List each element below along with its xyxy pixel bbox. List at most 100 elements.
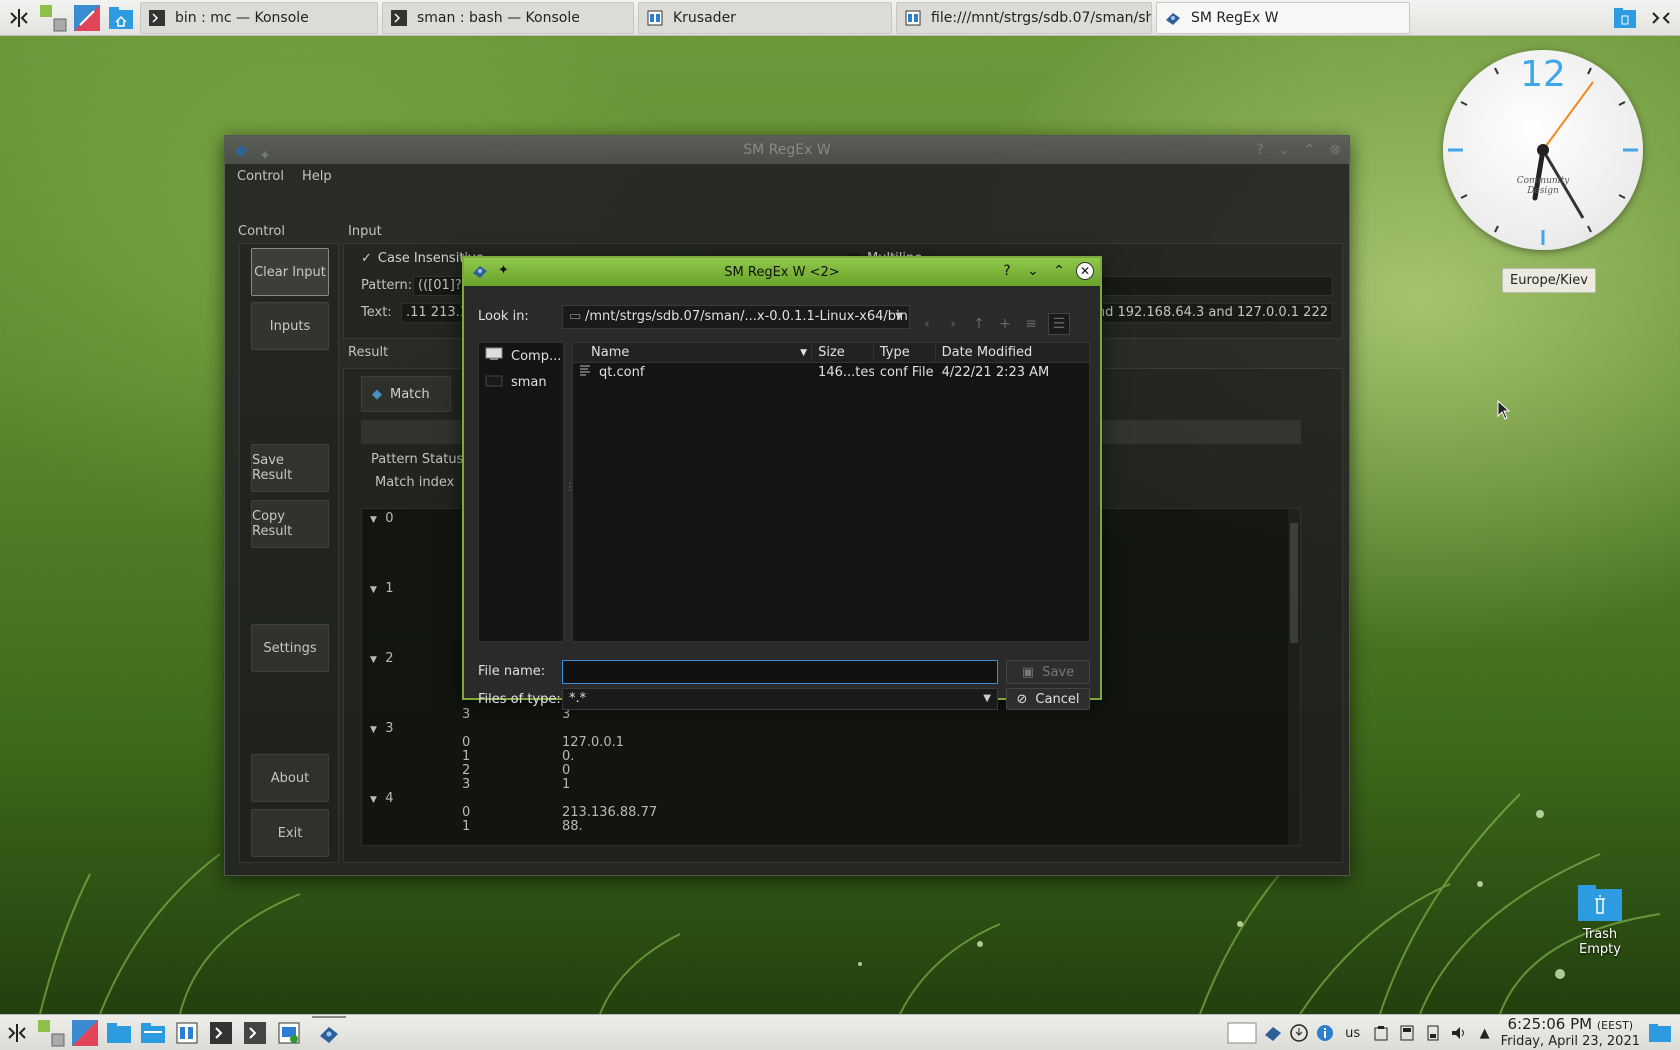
regex-tray-icon[interactable]: [1263, 1023, 1283, 1043]
pager-icon[interactable]: [38, 3, 68, 33]
clock-date: Friday, April 23, 2021: [1500, 1034, 1640, 1049]
dolphin-launcher-icon[interactable]: [272, 1016, 306, 1050]
task-label: SM RegEx W: [1191, 9, 1279, 26]
tree-group-row[interactable]: ▼ 1: [370, 581, 393, 596]
clock-tz: (EEST): [1596, 1019, 1634, 1032]
konsole-launcher-icon[interactable]: [238, 1016, 272, 1050]
new-folder-icon[interactable]: +: [994, 313, 1016, 335]
place-label: sman: [511, 374, 547, 390]
column-size[interactable]: Size: [812, 343, 874, 362]
column-date-modified[interactable]: Date Modified: [936, 343, 1089, 362]
copy-result-button[interactable]: Copy Result: [251, 500, 329, 548]
terminal-launcher-icon[interactable]: [204, 1016, 238, 1050]
maximize-icon[interactable]: ⌃: [1050, 262, 1068, 280]
place-sman[interactable]: sman: [479, 369, 563, 395]
file-list[interactable]: Name ▼ Size Type Date Modified qt.conf 14…: [572, 342, 1090, 642]
scrollbar-thumb[interactable]: [1290, 523, 1298, 643]
tree-leaf-value: 0.: [562, 749, 575, 764]
cancel-button[interactable]: ⊘ Cancel: [1006, 688, 1090, 710]
close-icon[interactable]: ⊗: [1329, 136, 1341, 164]
inputs-button[interactable]: Inputs: [251, 302, 329, 350]
minimize-icon[interactable]: ⌄: [1278, 136, 1290, 164]
back-icon[interactable]: ‹: [916, 313, 938, 335]
text-value-left: .11 213.1: [406, 305, 469, 320]
tree-group-row[interactable]: ▼ 2: [370, 651, 393, 666]
task-konsole-bash[interactable]: sman : bash — Konsole: [382, 1, 634, 34]
updates-icon[interactable]: [1289, 1023, 1309, 1043]
tray-expand-icon[interactable]: ▲: [1475, 1023, 1495, 1043]
krita-launcher-icon[interactable]: [68, 1016, 102, 1050]
column-name[interactable]: Name ▼: [573, 343, 813, 362]
regex-app-icon: [473, 266, 487, 278]
task-krusader[interactable]: Krusader: [638, 1, 892, 34]
file-row[interactable]: qt.conf 146...tes conf File 4/22/21 2:23…: [573, 363, 1089, 383]
tree-leaf-value: 0: [562, 763, 571, 778]
save-result-button[interactable]: Save Result: [251, 444, 329, 492]
pager-icon[interactable]: [34, 1016, 68, 1050]
panel-menu-icon[interactable]: [1646, 3, 1676, 33]
task-sm-regex[interactable]: SM RegEx W: [1156, 1, 1410, 34]
settings-button[interactable]: Settings: [251, 624, 329, 672]
file-name: qt.conf: [599, 365, 645, 380]
tree-group-row[interactable]: ▼ 3: [370, 721, 393, 736]
tree-group-row[interactable]: ▼ 4: [370, 791, 393, 806]
mouse-cursor-icon: [1497, 400, 1511, 420]
save-button[interactable]: ▣ Save: [1006, 660, 1090, 684]
keyboard-layout[interactable]: us: [1341, 1023, 1365, 1043]
home-folder-icon[interactable]: [102, 1016, 136, 1050]
tree-scrollbar[interactable]: [1288, 509, 1300, 845]
maximize-icon[interactable]: ⌃: [1304, 136, 1316, 164]
place-computer[interactable]: Comp...: [479, 343, 563, 369]
file-name-input[interactable]: [562, 660, 998, 684]
window-preview-icon[interactable]: [1227, 1022, 1257, 1044]
digital-clock[interactable]: 6:25:06 PM (EEST) Friday, April 23, 2021: [1501, 1016, 1640, 1050]
tree-group-row[interactable]: ▼ 0: [370, 511, 393, 526]
file-list-header: Name ▼ Size Type Date Modified: [573, 343, 1089, 363]
clock-brand: Community Design: [1516, 176, 1570, 196]
show-desktop-icon[interactable]: [1646, 1023, 1674, 1043]
menu-help[interactable]: Help: [302, 169, 332, 184]
menu-control[interactable]: Control: [237, 169, 284, 184]
trash-desktop-item[interactable]: Trash Empty: [1568, 883, 1632, 957]
detail-view-icon[interactable]: ☰: [1048, 313, 1070, 335]
match-index-header[interactable]: Match index: [375, 475, 454, 490]
home-folder-icon[interactable]: [106, 3, 136, 33]
close-icon[interactable]: ✕: [1076, 262, 1094, 280]
help-icon[interactable]: ?: [998, 262, 1016, 280]
minimize-icon[interactable]: ⌄: [1024, 262, 1042, 280]
show-desktop-icon[interactable]: [1610, 3, 1640, 33]
pin-icon[interactable]: ✦: [259, 142, 271, 170]
tree-leaf-key: 0: [462, 805, 471, 820]
krusader-launcher-icon[interactable]: [170, 1016, 204, 1050]
task-konsole-mc[interactable]: bin : mc — Konsole: [140, 1, 378, 34]
about-button[interactable]: About: [251, 754, 329, 802]
file-manager-icon[interactable]: [136, 1016, 170, 1050]
files-of-type-label: Files of type:: [478, 692, 561, 707]
column-type[interactable]: Type: [874, 343, 936, 362]
parent-dir-icon[interactable]: ↑: [968, 313, 990, 335]
info-icon[interactable]: [1315, 1023, 1335, 1043]
task-browser[interactable]: file:///mnt/strgs/sdb.07/sman/sha...: [896, 1, 1152, 34]
volume-icon[interactable]: [1449, 1023, 1469, 1043]
task-sm-regex-bottom[interactable]: [312, 1015, 346, 1050]
forward-icon[interactable]: ›: [942, 313, 964, 335]
analog-clock-widget[interactable]: 12 Community Design: [1443, 50, 1643, 250]
app-menu-icon[interactable]: [0, 1016, 34, 1050]
network-icon[interactable]: [1423, 1023, 1443, 1043]
clear-input-button[interactable]: Clear Input: [251, 248, 329, 296]
help-icon[interactable]: ?: [1256, 136, 1263, 164]
save-label: Save: [1042, 664, 1075, 680]
task-label: file:///mnt/strgs/sdb.07/sman/sha...: [931, 9, 1152, 26]
device-icon[interactable]: [1397, 1023, 1417, 1043]
files-of-type-combo[interactable]: *.* ▼: [562, 688, 998, 710]
tab-match[interactable]: ◆ Match: [361, 376, 451, 412]
krita-launcher-icon[interactable]: [72, 3, 102, 33]
dialog-titlebar[interactable]: ✦ SM RegEx W <2> ? ⌄ ⌃ ✕: [464, 258, 1100, 286]
exit-button[interactable]: Exit: [251, 809, 329, 857]
pin-icon[interactable]: ✦: [498, 263, 509, 279]
main-window-titlebar[interactable]: ✦ SM RegEx W ? ⌄ ⌃ ⊗: [225, 136, 1349, 164]
app-menu-icon[interactable]: [4, 3, 34, 33]
look-in-combo[interactable]: ▭ /mnt/strgs/sdb.07/sman/...x-0.0.1.1-Li…: [562, 305, 910, 329]
list-view-icon[interactable]: ≡: [1020, 313, 1042, 335]
clipboard-icon[interactable]: [1371, 1023, 1391, 1043]
